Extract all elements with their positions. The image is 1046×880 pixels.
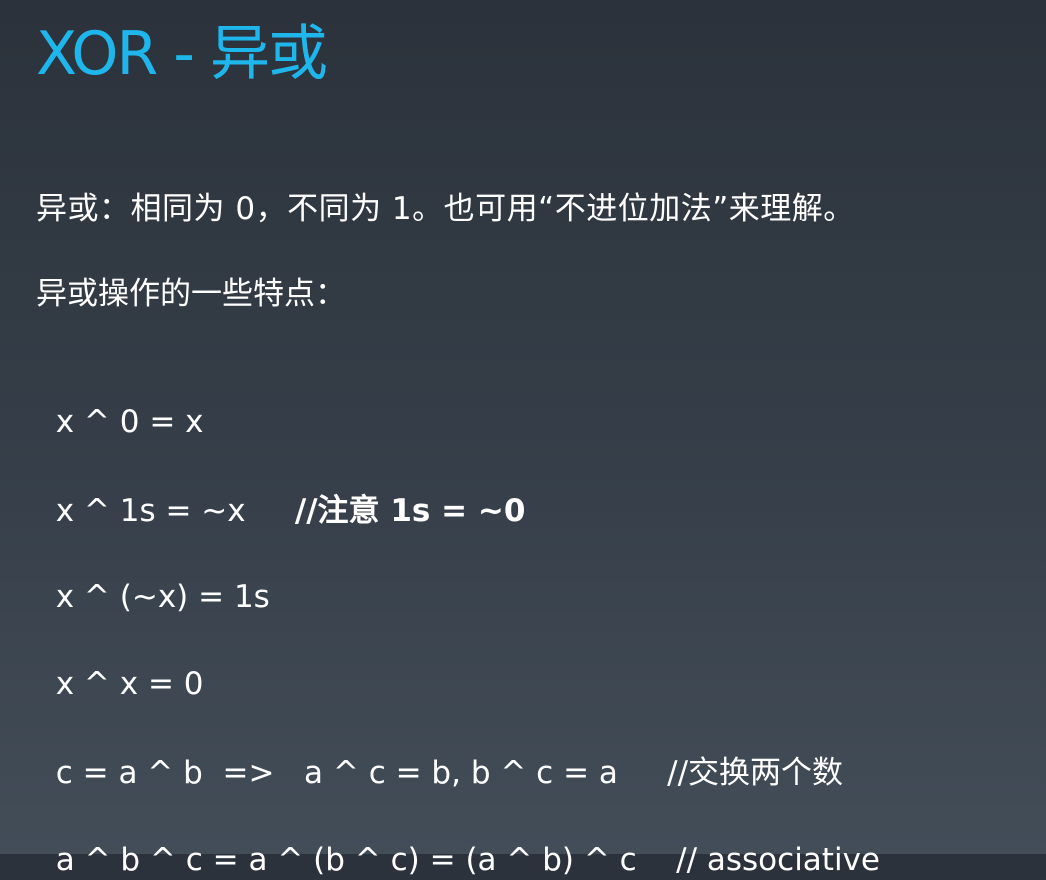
property-expression: x ^ x = 0 [55,666,204,702]
property-comment: // associative [676,842,880,878]
property-identity: x ^ 0 = x [36,362,204,442]
property-associative: a ^ b ^ c = a ^ (b ^ c) = (a ^ b) ^ c //… [36,800,880,880]
property-expression: c = a ^ b => a ^ c = b, b ^ c = a [55,755,668,791]
property-ones: x ^ 1s = ~x //注意 1s = ~0 [36,451,526,531]
property-comment: //注意 1s = ~0 [294,493,526,529]
features-heading: 异或操作的一些特点： [36,276,346,312]
property-expression: x ^ (~x) = 1s [55,579,270,615]
property-expression: x ^ 0 = x [55,404,204,440]
property-swap: c = a ^ b => a ^ c = b, b ^ c = a //交换两个… [36,713,843,793]
property-comment: //交换两个数 [667,755,844,791]
property-complement: x ^ (~x) = 1s [36,537,270,617]
property-self: x ^ x = 0 [36,624,204,704]
property-expression: a ^ b ^ c = a ^ (b ^ c) = (a ^ b) ^ c [55,842,677,878]
definition-text: 异或：相同为 0，不同为 1。也可用“不进位加法”来理解。 [36,191,855,227]
property-expression: x ^ 1s = ~x [55,493,295,529]
slide-title: XOR - 异或 [36,19,328,89]
